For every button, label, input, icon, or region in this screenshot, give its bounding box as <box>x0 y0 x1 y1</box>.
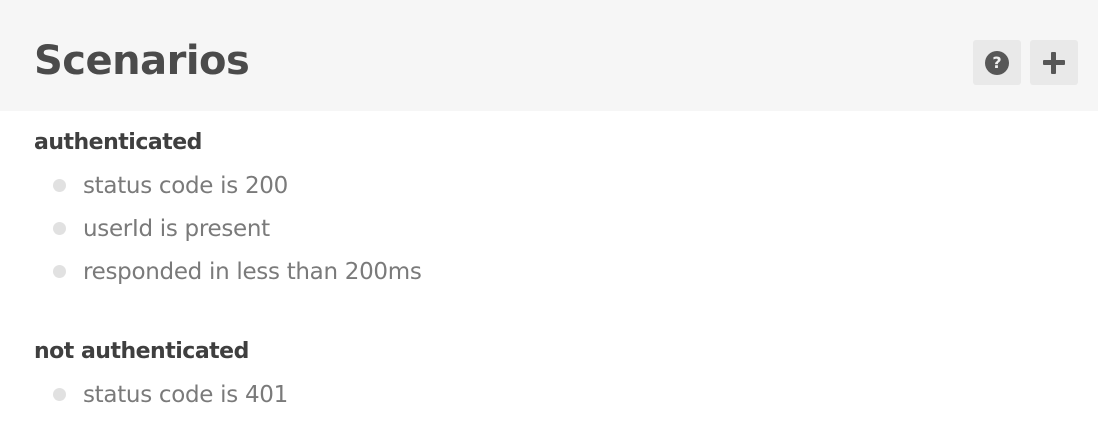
scenario-name[interactable]: authenticated <box>34 127 1034 159</box>
assertion-item[interactable]: userId is present <box>34 208 1034 251</box>
page-header: Scenarios ? <box>0 0 1098 111</box>
add-scenario-button[interactable] <box>1030 40 1078 85</box>
assertion-list: status code is 200 userId is present res… <box>34 165 1034 294</box>
scenario-name[interactable]: not authenticated <box>34 336 1034 368</box>
help-button[interactable]: ? <box>973 40 1021 85</box>
help-icon: ? <box>985 50 1009 75</box>
assertion-item[interactable]: responded in less than 200ms <box>34 251 1034 294</box>
assertion-item[interactable]: status code is 401 <box>34 374 1034 417</box>
page-title: Scenarios <box>34 38 250 84</box>
assertion-text: responded in less than 200ms <box>83 259 422 285</box>
assertion-text: status code is 200 <box>83 173 288 199</box>
assertion-item[interactable]: status code is 200 <box>34 165 1034 208</box>
bullet-icon <box>53 265 66 278</box>
assertion-list: status code is 401 <box>34 374 1034 417</box>
scenario-not-authenticated: not authenticated status code is 401 <box>34 336 1034 417</box>
bullet-icon <box>53 388 66 401</box>
assertion-text: status code is 401 <box>83 382 288 408</box>
assertion-text: userId is present <box>83 216 270 242</box>
bullet-icon <box>53 222 66 235</box>
bullet-icon <box>53 179 66 192</box>
plus-icon <box>1043 51 1065 74</box>
scenario-authenticated: authenticated status code is 200 userId … <box>34 127 1034 294</box>
